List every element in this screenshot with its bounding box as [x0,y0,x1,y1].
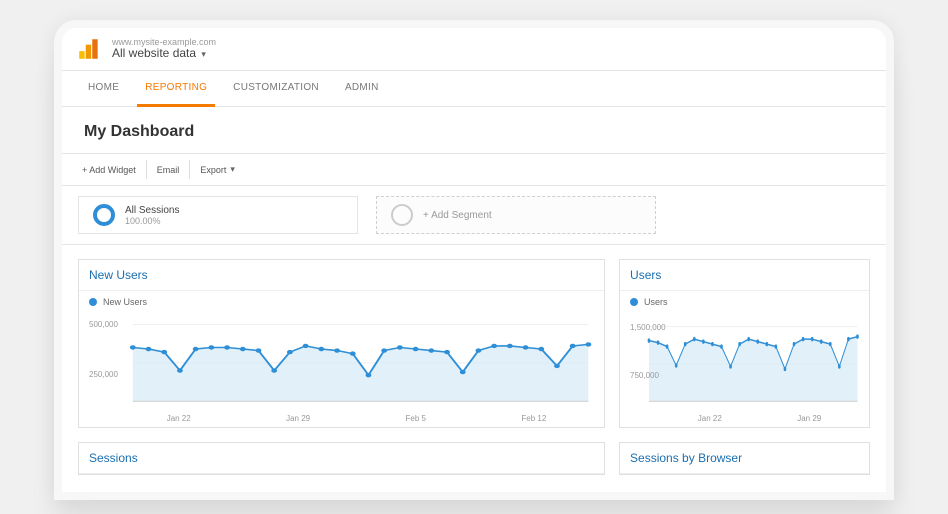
segment-placeholder-icon [391,204,413,226]
sessions-by-browser-widget: Sessions by Browser [619,442,870,475]
legend-dot-icon [630,298,638,306]
widget-title: Sessions by Browser [620,443,869,474]
add-segment-button[interactable]: + Add Segment [376,196,656,234]
toolbar: + Add Widget Email Export ▾ [62,154,886,186]
legend-dot-icon [89,298,97,306]
screen: www.mysite-example.com All website data … [62,28,886,492]
segment-title: All Sessions [125,205,179,216]
tab-customization[interactable]: CUSTOMIZATION [225,71,327,106]
add-segment-label: + Add Segment [423,210,492,221]
sessions-widget: Sessions [78,442,605,475]
chart-legend: New Users [79,291,604,307]
legend-label: Users [644,297,668,307]
widget-title: Sessions [79,443,604,474]
add-widget-button[interactable]: + Add Widget [72,160,147,179]
main-tabs: HOME REPORTING CUSTOMIZATION ADMIN [62,71,886,107]
tab-reporting[interactable]: REPORTING [137,71,215,107]
new-users-widget: New Users New Users 250,000500,000Jan 22… [78,259,605,428]
analytics-logo-icon [76,36,102,62]
new-users-chart: 250,000500,000Jan 22Jan 29Feb 5Feb 12 [79,307,604,427]
segment-all-sessions[interactable]: All Sessions 100.00% [78,196,358,234]
tab-home[interactable]: HOME [80,71,127,106]
users-chart: 750,0001,500,000Jan 22Jan 29 [620,307,869,427]
page-title: My Dashboard [62,107,886,154]
widget-title: New Users [79,260,604,291]
export-label: Export [200,165,226,175]
header-property-selector[interactable]: www.mysite-example.com All website data … [112,37,216,61]
widget-title: Users [620,260,869,291]
header: www.mysite-example.com All website data … [62,28,886,71]
dataview-label: All website data [112,46,196,60]
export-button[interactable]: Export ▾ [190,160,245,179]
chart-legend: Users [620,291,869,307]
segment-subtitle: 100.00% [125,216,179,226]
laptop-frame: www.mysite-example.com All website data … [54,20,894,500]
email-button[interactable]: Email [147,160,191,179]
users-widget: Users Users 750,0001,500,000Jan 22Jan 29 [619,259,870,428]
chevron-down-icon: ▾ [230,164,235,175]
segment-ring-icon [93,204,115,226]
legend-label: New Users [103,297,147,307]
widgets-area: New Users New Users 250,000500,000Jan 22… [62,245,886,489]
segment-row: All Sessions 100.00% + Add Segment [62,186,886,245]
tab-admin[interactable]: ADMIN [337,71,387,106]
chevron-down-icon: ▾ [201,49,206,59]
